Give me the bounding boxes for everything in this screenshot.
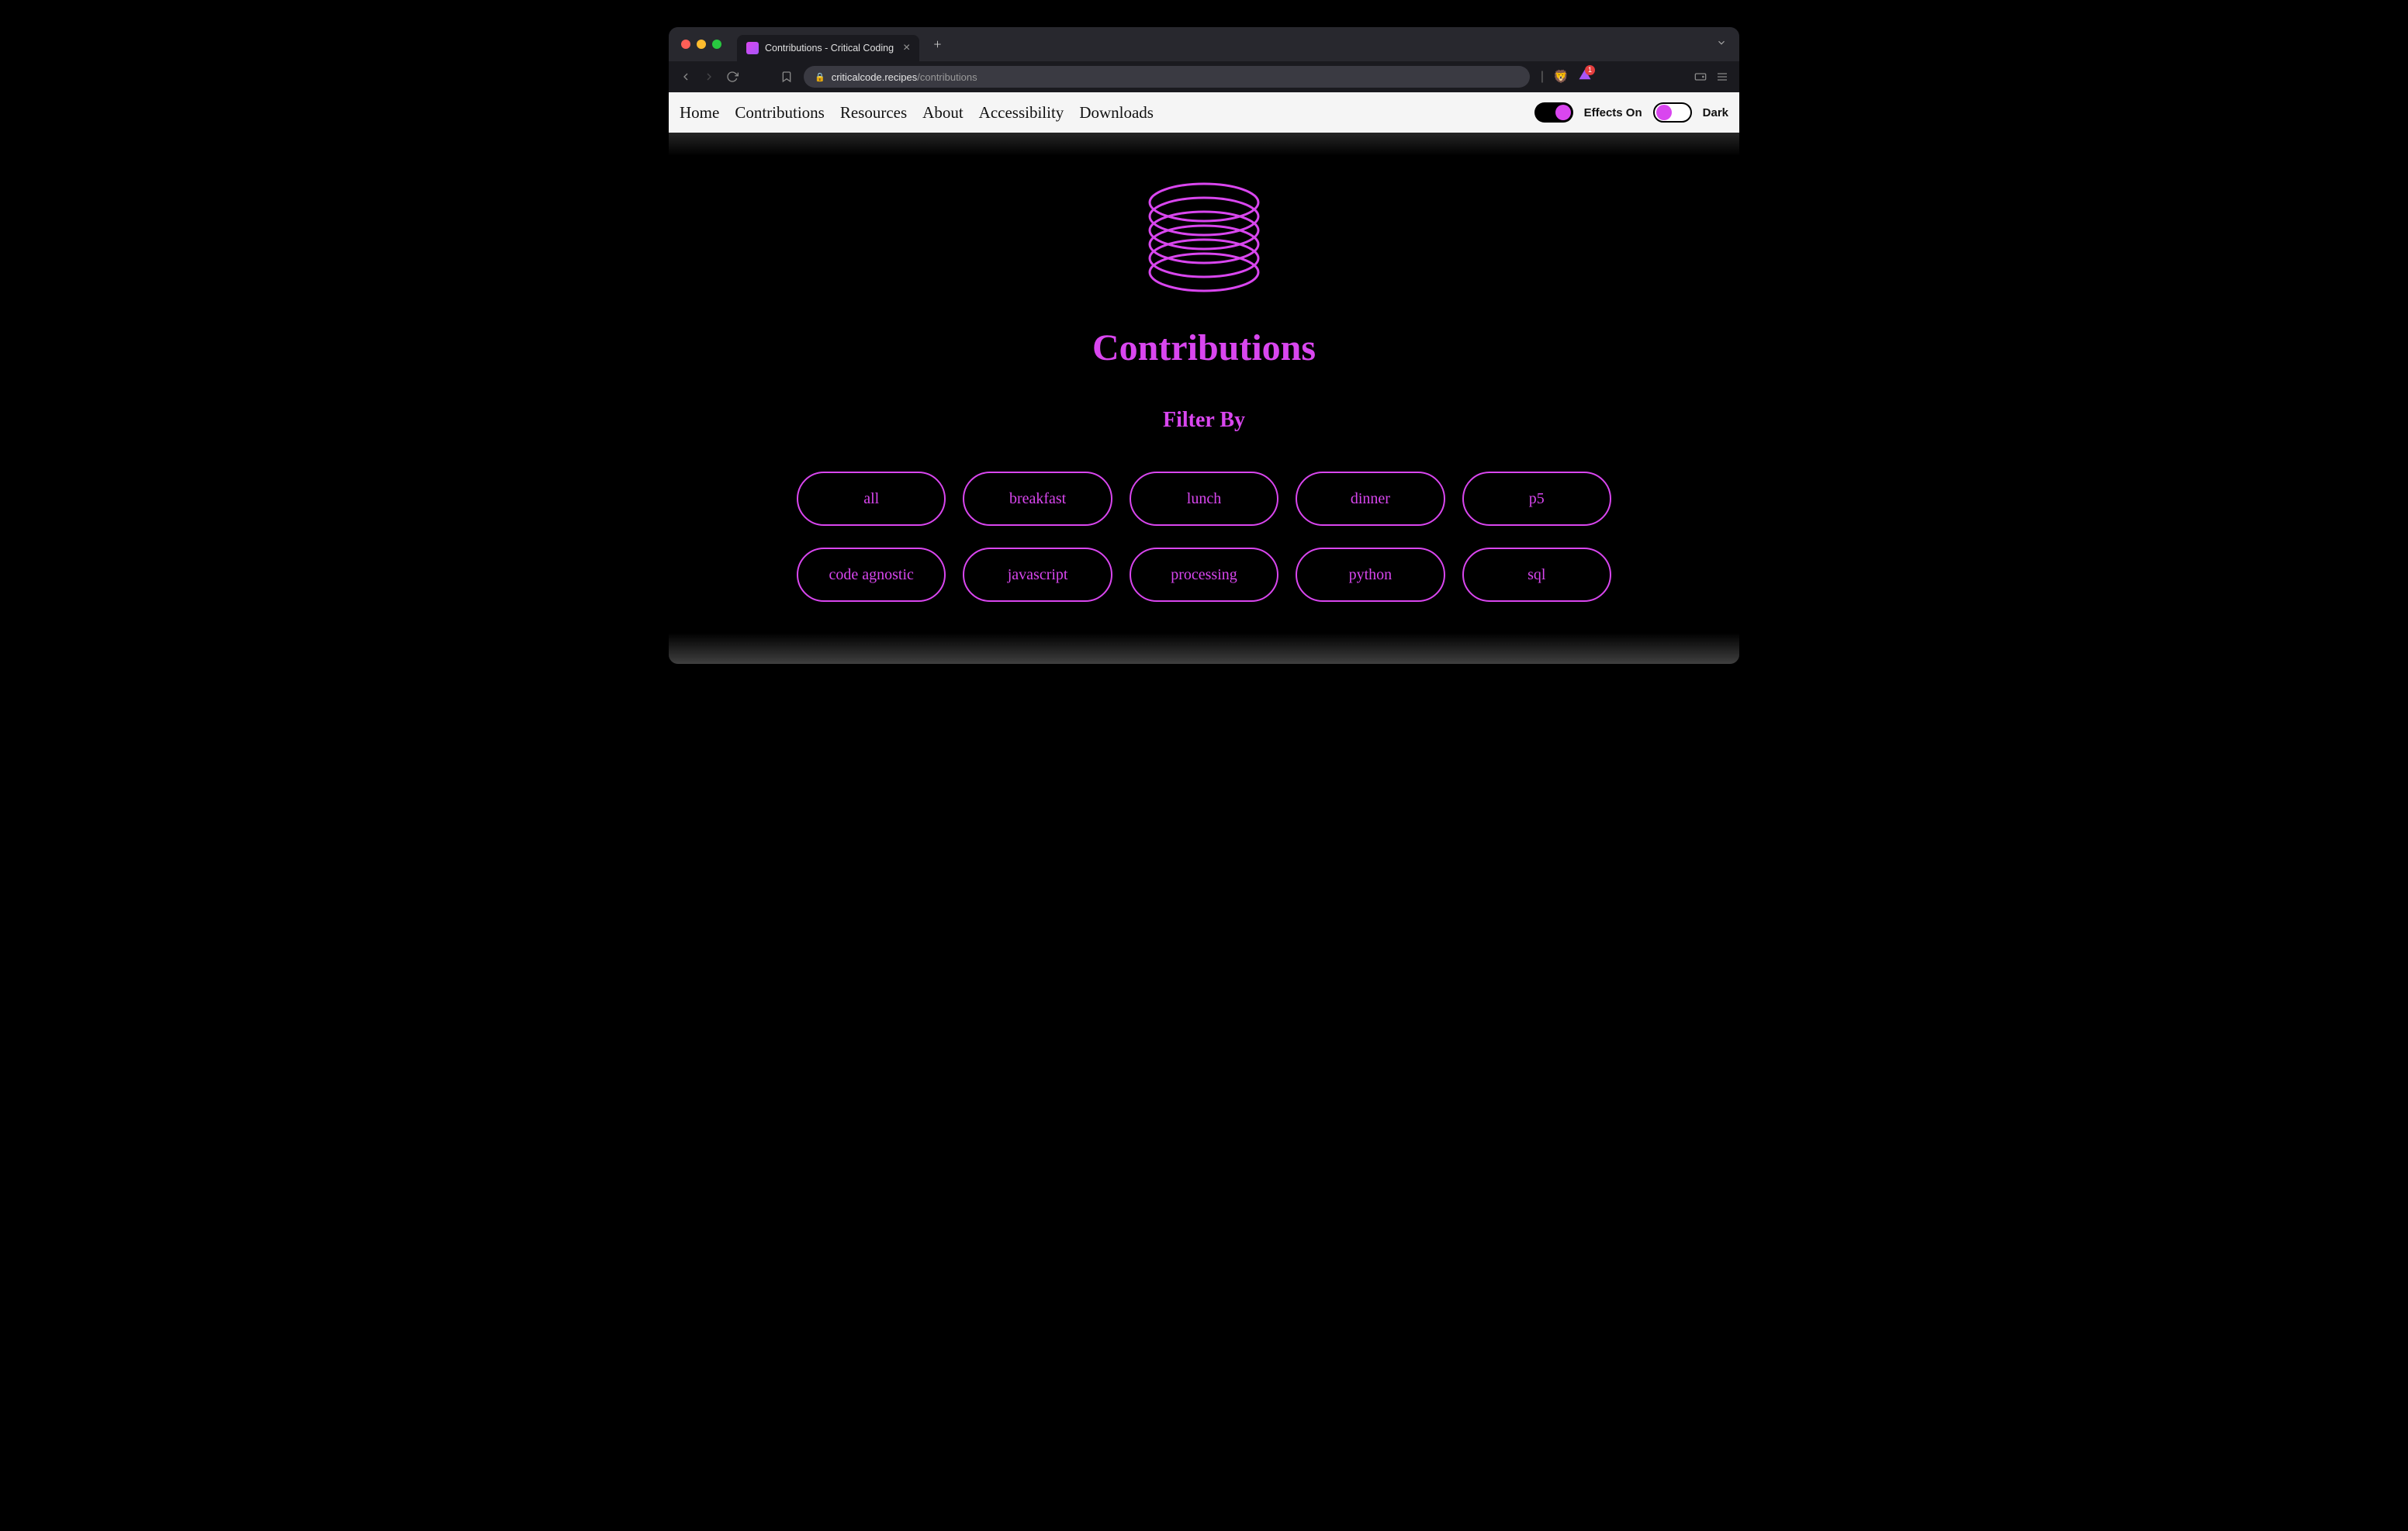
filter-p5[interactable]: p5 bbox=[1462, 472, 1611, 526]
badge-count: 1 bbox=[1585, 65, 1595, 75]
nav-link-resources[interactable]: Resources bbox=[840, 103, 907, 123]
url-domain: criticalcode.recipes bbox=[832, 71, 918, 83]
tab-dropdown-button[interactable] bbox=[1716, 37, 1727, 52]
page-content: Contributions Filter By all breakfast lu… bbox=[669, 133, 1739, 664]
dark-mode-toggle[interactable] bbox=[1653, 102, 1692, 123]
reload-button[interactable] bbox=[726, 71, 739, 83]
nav-link-accessibility[interactable]: Accessibility bbox=[979, 103, 1064, 123]
toggle-knob-icon bbox=[1555, 105, 1571, 120]
wallet-icon[interactable] bbox=[1694, 71, 1707, 83]
site-navigation: Home Contributions Resources About Acces… bbox=[669, 92, 1739, 133]
filter-python[interactable]: python bbox=[1296, 548, 1444, 602]
effects-label: Effects On bbox=[1584, 106, 1642, 119]
filter-sql[interactable]: sql bbox=[1462, 548, 1611, 602]
window-maximize-button[interactable] bbox=[712, 40, 721, 49]
tab-close-button[interactable]: × bbox=[903, 41, 910, 55]
brave-shield-icon[interactable]: 🦁 bbox=[1553, 69, 1569, 85]
window-close-button[interactable] bbox=[681, 40, 690, 49]
filter-processing[interactable]: processing bbox=[1130, 548, 1278, 602]
filter-code-agnostic[interactable]: code agnostic bbox=[797, 548, 946, 602]
favicon-icon bbox=[746, 42, 759, 54]
filter-javascript[interactable]: javascript bbox=[963, 548, 1112, 602]
url-input[interactable]: 🔒 criticalcode.recipes/contributions bbox=[804, 66, 1530, 88]
filter-all[interactable]: all bbox=[797, 472, 946, 526]
nav-link-about[interactable]: About bbox=[922, 103, 964, 123]
filter-heading: Filter By bbox=[762, 408, 1646, 433]
address-bar: 🔒 criticalcode.recipes/contributions | 🦁… bbox=[669, 61, 1739, 92]
logo-icon bbox=[1138, 171, 1270, 303]
dark-label: Dark bbox=[1703, 106, 1728, 119]
traffic-lights bbox=[681, 40, 721, 49]
lock-icon: 🔒 bbox=[815, 72, 825, 82]
filter-lunch[interactable]: lunch bbox=[1130, 472, 1278, 526]
back-button[interactable] bbox=[680, 71, 692, 83]
window-minimize-button[interactable] bbox=[697, 40, 706, 49]
forward-button[interactable] bbox=[703, 71, 715, 83]
browser-tab[interactable]: Contributions - Critical Coding × bbox=[737, 35, 919, 61]
toggle-knob-icon bbox=[1656, 105, 1672, 120]
url-path: /contributions bbox=[917, 71, 977, 83]
nav-link-downloads[interactable]: Downloads bbox=[1079, 103, 1154, 123]
menu-button[interactable] bbox=[1716, 71, 1728, 83]
rewards-icon[interactable]: 1 bbox=[1578, 68, 1592, 86]
tab-title: Contributions - Critical Coding bbox=[765, 43, 894, 54]
bookmark-button[interactable] bbox=[780, 71, 793, 83]
page-title: Contributions bbox=[762, 327, 1646, 369]
titlebar: Contributions - Critical Coding × + bbox=[669, 27, 1739, 61]
nav-link-contributions[interactable]: Contributions bbox=[735, 103, 825, 123]
nav-link-home[interactable]: Home bbox=[680, 103, 719, 123]
browser-window: Contributions - Critical Coding × + 🔒 cr… bbox=[669, 27, 1739, 664]
filter-grid: all breakfast lunch dinner p5 code agnos… bbox=[797, 472, 1611, 602]
filter-dinner[interactable]: dinner bbox=[1296, 472, 1444, 526]
new-tab-button[interactable]: + bbox=[933, 36, 941, 53]
effects-toggle[interactable] bbox=[1534, 102, 1573, 123]
filter-breakfast[interactable]: breakfast bbox=[963, 472, 1112, 526]
